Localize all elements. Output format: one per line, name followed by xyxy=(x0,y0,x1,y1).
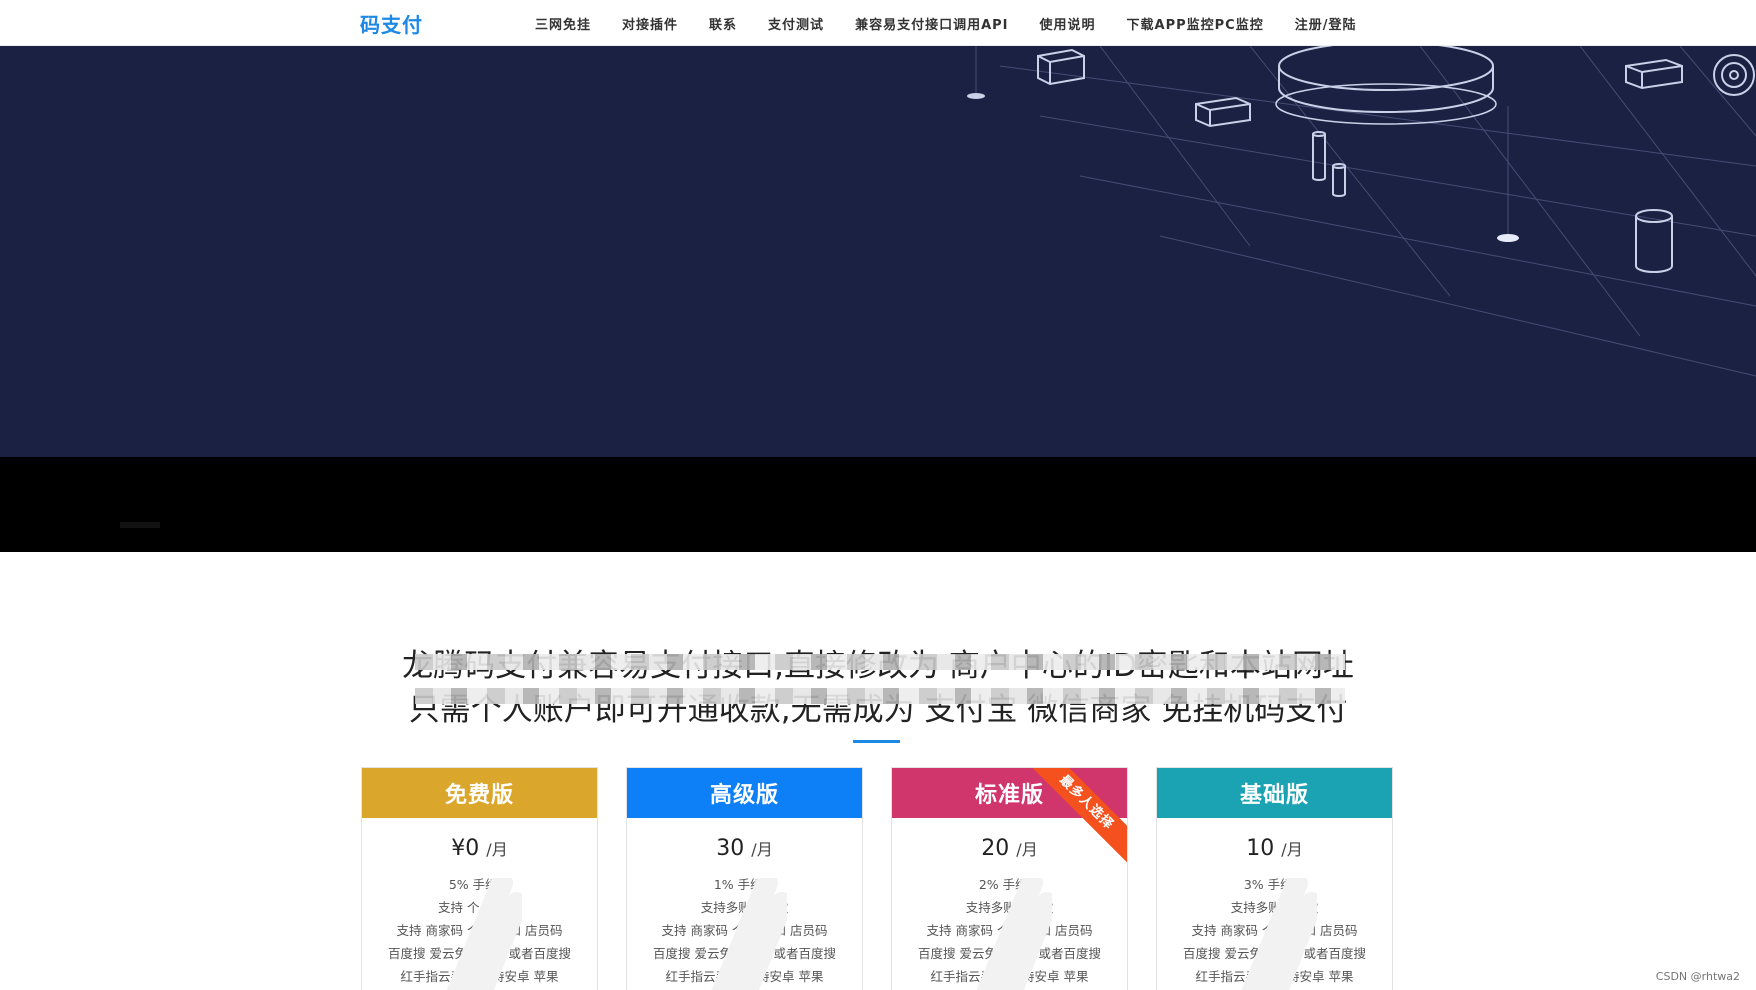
plan-features: 2% 手续费 支持多账号收款 支持 商家码 个人码 和 店员码 百度搜 爱云免云… xyxy=(892,873,1127,988)
plan-title: 基础版 xyxy=(1157,768,1392,818)
plan-price: 10 /月 xyxy=(1157,836,1392,861)
plan-card-basic[interactable]: 基础版 10 /月 3% 手续费 支持多账号收款 支持 商家码 个人码 和 店员… xyxy=(1156,767,1393,990)
plan-price: ¥0 /月 xyxy=(362,836,597,861)
plan-feature: 2% 手续费 xyxy=(978,877,1041,892)
hero-caption-band xyxy=(0,457,1756,552)
plan-price: 30 /月 xyxy=(627,836,862,861)
plan-price-amount: 30 xyxy=(716,836,745,861)
nav-link-docs[interactable]: 使用说明 xyxy=(1040,14,1096,33)
plan-features: 1% 手续费 支持多账号收款 支持 商家码 个人码 和 店员码 百度搜 爱云免云… xyxy=(627,873,862,988)
plan-price-unit: /月 xyxy=(1281,840,1303,859)
plan-price-amount: 10 xyxy=(1246,836,1275,861)
nav-link-api[interactable]: 兼容易支付接口调用API xyxy=(855,14,1008,33)
plan-feature: 红手指云手机 支持安卓 苹果 xyxy=(665,969,824,984)
plan-feature: 百度搜 爱云免云手机 或者百度搜 xyxy=(653,946,836,961)
plan-feature: 支持 商家码 个人码 和 店员码 xyxy=(926,923,1093,938)
main-nav: 三网免挂 对接插件 联系 支付测试 兼容易支付接口调用API 使用说明 下载AP… xyxy=(535,0,1387,46)
plan-feature: 5% 手续费 xyxy=(448,877,511,892)
top-navbar: 码支付 三网免挂 对接插件 联系 支付测试 兼容易支付接口调用API 使用说明 … xyxy=(0,0,1756,46)
plan-feature: 百度搜 爱云免云手机 或者百度搜 xyxy=(918,946,1101,961)
nav-link-download-app[interactable]: 下载APP监控PC监控 xyxy=(1127,14,1264,33)
carousel-indicator[interactable] xyxy=(120,522,160,528)
plan-title: 高级版 xyxy=(627,768,862,818)
hero-network-illustration xyxy=(967,46,1756,377)
nav-link-register-login[interactable]: 注册/登陆 xyxy=(1295,14,1357,33)
plan-feature: 1% 手续费 xyxy=(713,877,776,892)
mosaic-redaction xyxy=(415,688,1345,704)
plan-feature: 支持多账号收款 xyxy=(1230,900,1319,915)
nav-link-payment-test[interactable]: 支付测试 xyxy=(768,14,824,33)
mosaic-redaction xyxy=(415,654,1345,670)
plan-feature: 红手指云手机 支持安卓 苹果 xyxy=(400,969,559,984)
plan-feature: 支持 个人 收款 xyxy=(438,900,521,915)
plan-price: 20 /月 xyxy=(892,836,1127,861)
nav-link-contact[interactable]: 联系 xyxy=(709,14,737,33)
plan-feature: 红手指云手机 支持安卓 苹果 xyxy=(930,969,1089,984)
plan-card-free[interactable]: 免费版 ¥0 /月 5% 手续费 支持 个人 收款 支持 商家码 个人码 和 店… xyxy=(361,767,598,990)
plan-feature: 红手指云手机 支持安卓 苹果 xyxy=(1195,969,1354,984)
hero-banner xyxy=(0,46,1756,457)
plan-price-amount: 20 xyxy=(981,836,1010,861)
plan-features: 5% 手续费 支持 个人 收款 支持 商家码 个人码 和 店员码 百度搜 爱云免… xyxy=(362,873,597,988)
plan-feature: 支持 商家码 个人码 和 店员码 xyxy=(661,923,828,938)
plan-price-unit: /月 xyxy=(486,840,508,859)
site-logo[interactable]: 码支付 xyxy=(360,9,423,38)
nav-link-free-hosting[interactable]: 三网免挂 xyxy=(535,14,591,33)
csdn-watermark: CSDN @rhtwa2 xyxy=(1655,970,1740,983)
plan-card-standard[interactable]: 标准版 最多人选择 20 /月 2% 手续费 支持多账号收款 支持 商家码 个人… xyxy=(891,767,1128,990)
plan-feature: 百度搜 爱云免云手机 或者百度搜 xyxy=(1183,946,1366,961)
plan-feature: 支持多账号收款 xyxy=(965,900,1054,915)
plan-feature: 百度搜 爱云免云手机 或者百度搜 xyxy=(388,946,571,961)
section-divider xyxy=(853,740,900,743)
plan-feature: 支持多账号收款 xyxy=(700,900,789,915)
plan-price-unit: /月 xyxy=(1016,840,1038,859)
plan-feature: 3% 手续费 xyxy=(1243,877,1306,892)
plan-features: 3% 手续费 支持多账号收款 支持 商家码 个人码 和 店员码 百度搜 爱云免云… xyxy=(1157,873,1392,988)
plan-card-advanced[interactable]: 高级版 30 /月 1% 手续费 支持多账号收款 支持 商家码 个人码 和 店员… xyxy=(626,767,863,990)
plan-price-unit: /月 xyxy=(751,840,773,859)
plan-price-amount: ¥0 xyxy=(451,836,480,861)
plan-title: 免费版 xyxy=(362,768,597,818)
nav-link-plugins[interactable]: 对接插件 xyxy=(622,14,678,33)
plan-feature: 支持 商家码 个人码 和 店员码 xyxy=(396,923,563,938)
plan-feature: 支持 商家码 个人码 和 店员码 xyxy=(1191,923,1358,938)
